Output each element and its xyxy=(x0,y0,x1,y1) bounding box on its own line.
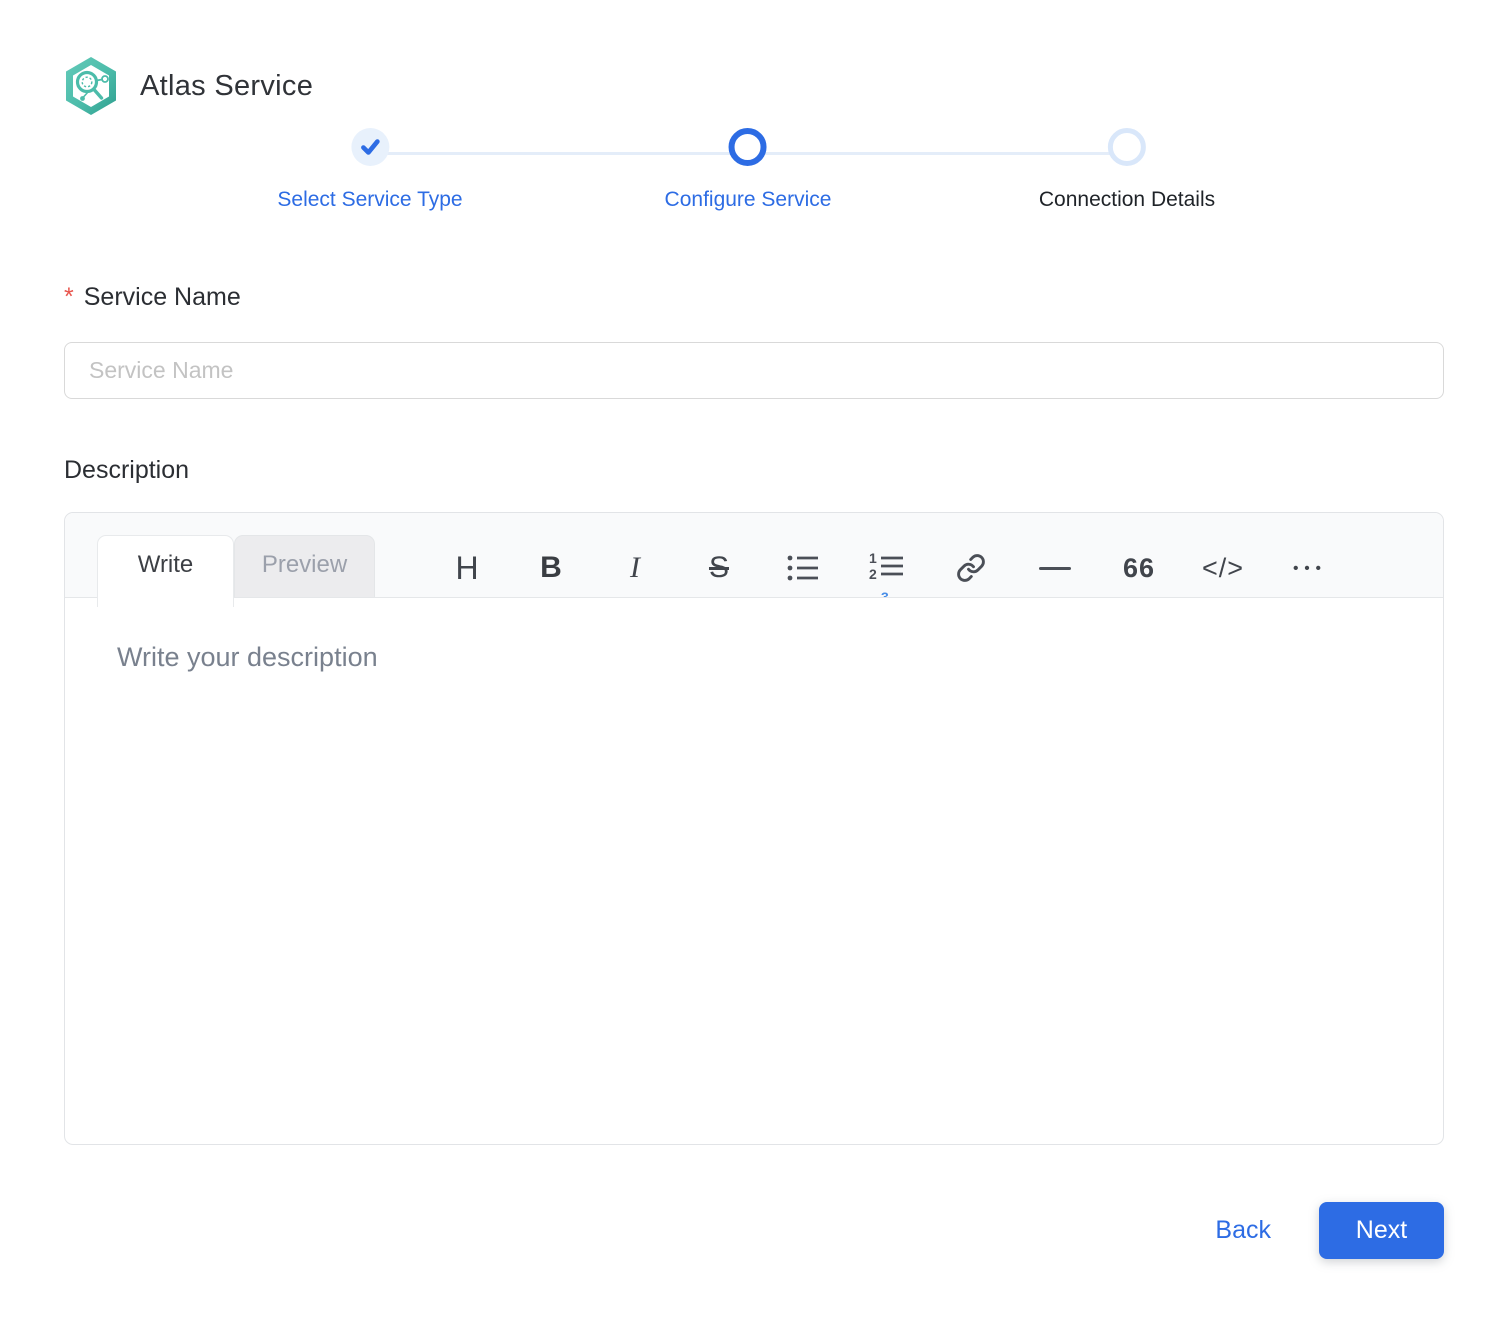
ordered-list-icon: 1 2 xyxy=(869,552,903,582)
configure-service-page: Atlas Service Select Service Type Config… xyxy=(0,0,1508,1326)
check-icon xyxy=(360,139,380,155)
service-name-label-text: Service Name xyxy=(83,283,241,311)
editor-toolbar: Write Preview 3 H B I S xyxy=(65,513,1443,607)
description-editor: Write Preview 3 H B I S xyxy=(64,512,1444,1145)
toolbar-icons: H B I S 1 2 66 </> ••• xyxy=(425,539,1349,597)
step-pending-circle xyxy=(1107,128,1146,166)
ordered-list-button[interactable]: 1 2 xyxy=(845,539,929,597)
unordered-list-icon xyxy=(787,555,818,581)
service-name-label: * Service Name xyxy=(64,283,241,312)
code-icon: </> xyxy=(1201,552,1245,583)
step-label: Connection Details xyxy=(1038,188,1216,211)
page-title: Atlas Service xyxy=(140,69,314,102)
description-textarea[interactable] xyxy=(65,598,1443,1144)
editor-body xyxy=(65,598,1443,1144)
italic-icon: I xyxy=(630,551,640,584)
quote-icon: 66 xyxy=(1122,552,1156,583)
step-active-circle xyxy=(728,128,767,166)
heading-icon: H xyxy=(455,549,479,586)
stepper: Select Service Type Configure Service Co… xyxy=(0,128,1508,238)
step-configure-service[interactable]: Configure Service xyxy=(664,128,832,212)
bold-icon: B xyxy=(540,551,562,584)
italic-button[interactable]: I xyxy=(593,539,677,597)
more-ellipsis-icon: ••• xyxy=(1293,559,1327,577)
back-button[interactable]: Back xyxy=(1215,1216,1271,1245)
service-name-input[interactable] xyxy=(64,342,1444,399)
header: Atlas Service xyxy=(64,56,313,116)
tab-preview[interactable]: Preview xyxy=(234,535,375,597)
required-asterisk: * xyxy=(64,283,74,311)
step-label: Select Service Type xyxy=(277,188,463,211)
link-icon xyxy=(957,554,985,582)
code-button[interactable]: </> xyxy=(1181,539,1265,597)
tab-write[interactable]: Write xyxy=(97,535,234,607)
horizontal-rule-button[interactable] xyxy=(1013,539,1097,597)
quote-button[interactable]: 66 xyxy=(1097,539,1181,597)
unordered-list-button[interactable] xyxy=(761,539,845,597)
step-completed-circle xyxy=(351,128,389,166)
svg-text:2: 2 xyxy=(869,566,877,582)
heading-button[interactable]: H xyxy=(425,539,509,597)
strikethrough-button[interactable]: S xyxy=(677,539,761,597)
step-select-service-type[interactable]: Select Service Type xyxy=(277,128,463,212)
step-label: Configure Service xyxy=(664,188,832,211)
description-label: Description xyxy=(64,456,190,484)
step-connection-details[interactable]: Connection Details xyxy=(1039,128,1215,212)
svg-text:1: 1 xyxy=(869,552,877,566)
atlas-logo-icon xyxy=(66,57,116,115)
footer-actions: Back Next xyxy=(1215,1202,1444,1259)
strikethrough-icon: S xyxy=(708,551,729,584)
more-button[interactable]: ••• xyxy=(1265,539,1349,597)
bold-button[interactable]: B xyxy=(509,539,593,597)
link-button[interactable] xyxy=(929,539,1013,597)
next-button[interactable]: Next xyxy=(1319,1202,1444,1259)
horizontal-rule-icon xyxy=(1039,566,1071,570)
